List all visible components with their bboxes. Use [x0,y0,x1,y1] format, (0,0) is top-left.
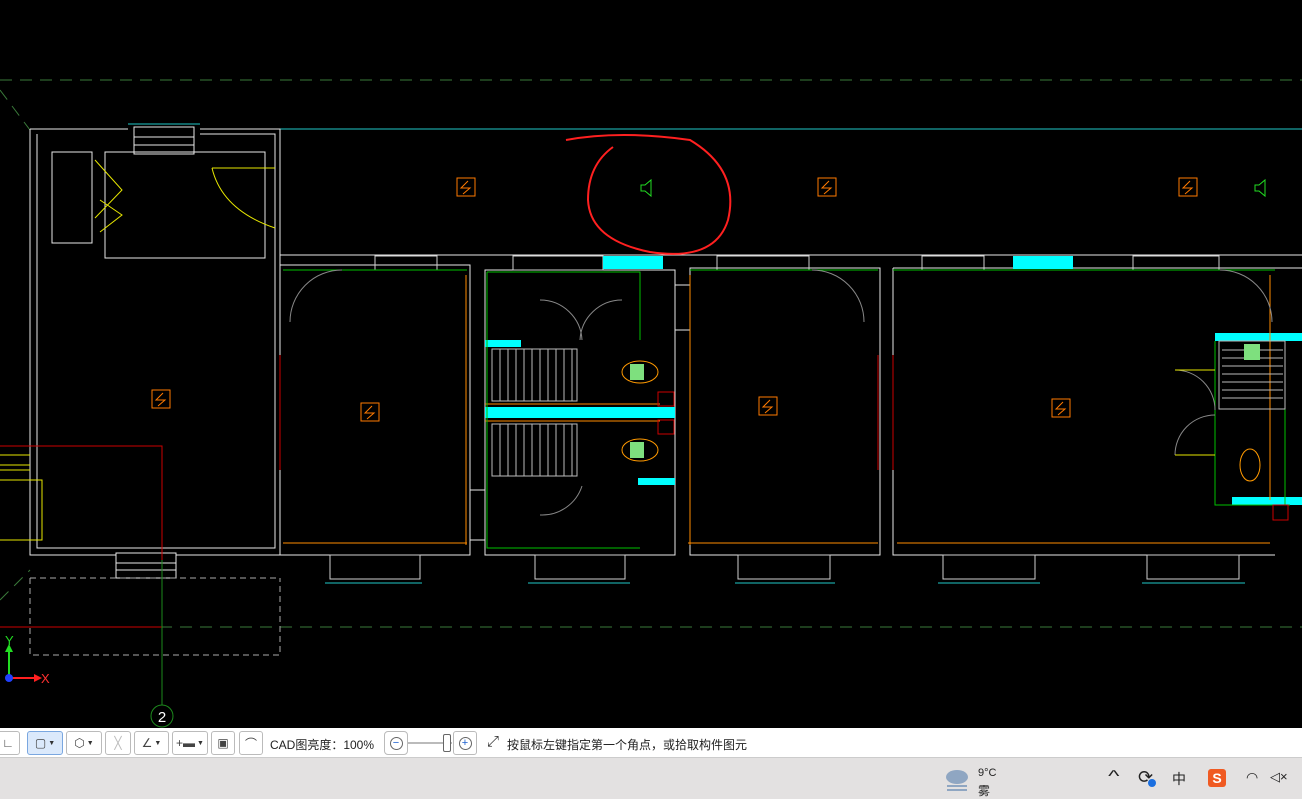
ortho-button[interactable]: ∟ [0,731,20,755]
cross-button[interactable]: ╳ [105,731,131,755]
ucs-icon: Y X [5,633,50,686]
volume-muted-icon[interactable]: ◁× [1270,769,1288,785]
select-box-button[interactable]: ▢ ▼ [27,731,63,755]
offset-button[interactable]: +▬ ▼ [172,731,208,755]
command-hint: 按鼠标左键指定第一个角点，或拾取构件图元 [507,738,748,752]
bottom-toolbar: ∟ ▢ ▼ ⬡ ▼ ╳ ∠ ▼ +▬ ▼ ▣ ⌒ CAD图亮度：100% − + ⤢ 按… [0,728,1302,758]
cad-brightness-label: CAD图亮度：100% [270,738,375,752]
brightness-decrease-button[interactable]: − [384,731,408,755]
green-lines [283,269,1290,549]
sogou-input-icon[interactable]: S [1208,769,1226,787]
3d-view-button[interactable]: ⬡ ▼ [66,731,102,755]
weather-temperature: 9°C [978,767,997,779]
speaker-icons [640,178,1266,198]
chevron-down-icon: ▼ [86,739,94,747]
ortho-icon: ∟ [2,736,14,750]
red-lines [0,355,1289,628]
sync-icon[interactable]: ⟳ [1138,767,1156,788]
cube-icon: ⬡ [74,736,85,750]
toilets [621,360,1261,482]
weather-widget[interactable]: 9°C 雾 [944,765,1004,798]
expand-arrow-icon: ⤢ [487,733,500,750]
door-swings [289,269,1273,516]
brightness-increase-button[interactable]: + [453,731,477,755]
floor-plan: 2 Y X [0,79,1302,728]
windows-taskbar: 9°C 雾 ^ ⟳ 中 S ◠ ◁× [0,758,1302,799]
offset-icon: +▬ [176,736,196,750]
wifi-icon[interactable]: ◠ [1246,769,1258,786]
fog-cloud-icon [946,770,968,791]
cad-drawing-canvas[interactable]: 2 Y X [0,0,1302,728]
cross-icon: ╳ [114,736,122,750]
grid-lines [0,79,1302,628]
ime-indicator[interactable]: 中 [1172,769,1186,789]
axis-bubble-label: 2 [158,709,166,726]
plus-circle-icon: + [458,736,472,750]
corridor-outline [128,123,1302,130]
ucs-y-label: Y [5,633,14,648]
layer-button[interactable]: ▣ [211,731,235,755]
angle-icon: ∠ [141,736,153,750]
weather-description: 雾 [978,784,991,798]
chevron-down-icon: ▼ [154,739,162,747]
ucs-x-label: X [41,671,50,686]
cisterns [630,344,1260,458]
show-hidden-icons-chevron[interactable]: ^ [1108,768,1119,786]
brightness-slider-thumb[interactable] [443,734,451,752]
red-markup-circle [565,134,732,255]
angle-button[interactable]: ∠ ▼ [134,731,169,755]
layer-icon: ▣ [217,736,229,750]
polyline-icon: ⌒ [244,736,257,751]
walls [29,126,1302,656]
yellow-doors [0,159,1215,541]
chevron-down-icon: ▼ [48,739,56,747]
minus-circle-icon: − [389,736,403,750]
polyline-button[interactable]: ⌒ [239,731,263,755]
chevron-down-icon: ▼ [197,739,204,747]
rectangle-icon: ▢ [34,736,47,750]
